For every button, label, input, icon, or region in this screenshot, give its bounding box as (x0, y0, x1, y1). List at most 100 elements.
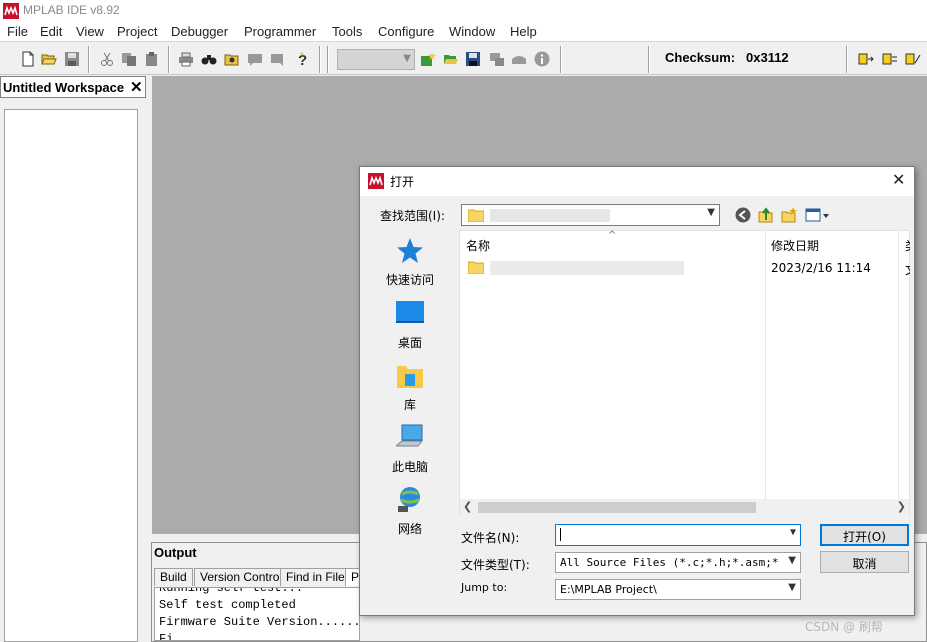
file-name-input[interactable]: ▼ (555, 524, 801, 546)
menu-bar: File Edit View Project Debugger Programm… (0, 22, 927, 42)
libraries-icon (397, 366, 423, 388)
output-title: Output (154, 545, 197, 560)
cancel-button[interactable]: 取消 (820, 551, 909, 573)
close-icon[interactable]: ✕ (892, 170, 905, 189)
jump-to-select[interactable]: E:\MPLAB Project\ ▼ (555, 579, 801, 600)
view-menu-icon[interactable] (805, 207, 831, 223)
help-icon[interactable]: ? (294, 51, 310, 67)
new-folder-icon[interactable] (781, 207, 797, 223)
programmer-read-icon[interactable] (858, 51, 874, 67)
folder-icon (468, 209, 484, 222)
programmer-erase-icon[interactable] (905, 51, 921, 67)
place-label: 库 (403, 398, 416, 412)
programmer-verify-icon[interactable] (882, 51, 898, 67)
toolbar-separator (319, 46, 321, 73)
checksum-value: 0x3112 (746, 50, 789, 65)
place-libraries[interactable]: 库 (370, 362, 450, 418)
find-icon[interactable] (201, 51, 217, 67)
this-pc-icon (396, 424, 424, 447)
column-header-name[interactable]: 名称 (466, 237, 490, 254)
output-line: Self test completed (159, 598, 296, 612)
menu-debugger[interactable]: Debugger (171, 24, 228, 39)
workspace-tree[interactable] (4, 109, 138, 642)
toolbar-separator (168, 46, 170, 73)
find-in-files-icon[interactable] (224, 51, 240, 67)
column-header-date[interactable]: 修改日期 (771, 237, 819, 254)
new-project-icon[interactable] (420, 51, 436, 67)
menu-window[interactable]: Window (449, 24, 495, 39)
column-header-type[interactable]: 类 (905, 237, 910, 254)
output-line: Running self test... (159, 587, 304, 595)
place-label: 网络 (397, 522, 422, 536)
menu-project[interactable]: Project (117, 24, 157, 39)
chevron-down-icon: ▼ (403, 53, 411, 64)
list-item[interactable]: 2023/2/16 11:14 文 (460, 257, 910, 279)
place-label: 桌面 (397, 336, 422, 350)
look-in-select[interactable]: ▼ (461, 204, 720, 226)
bookmark-next-icon[interactable] (270, 51, 286, 67)
copy-icon[interactable] (121, 51, 137, 67)
up-folder-icon[interactable] (758, 207, 774, 223)
jump-to-value: E:\MPLAB Project\ (560, 583, 657, 596)
build-config-select[interactable]: ▼ (337, 49, 415, 70)
place-quick-access[interactable]: 快速访问 (370, 237, 450, 293)
file-date: 2023/2/16 11:14 (771, 261, 871, 275)
make-icon[interactable] (511, 51, 527, 67)
menu-help[interactable]: Help (510, 24, 537, 39)
menu-programmer[interactable]: Programmer (244, 24, 316, 39)
file-type-select[interactable]: All Source Files (*.c;*.h;*.asm;*.as; ▼ (555, 552, 801, 573)
dialog-title: 打开 (390, 175, 415, 189)
open-project-icon[interactable] (443, 51, 459, 67)
place-this-pc[interactable]: 此电脑 (370, 424, 450, 480)
cut-icon[interactable] (99, 51, 115, 67)
place-label: 快速访问 (385, 273, 434, 287)
place-desktop[interactable]: 桌面 (370, 300, 450, 356)
toolbar-separator (648, 46, 650, 73)
bookmark-icon[interactable] (247, 51, 263, 67)
output-text-area[interactable]: Running self test... Self test completed… (154, 587, 360, 641)
menu-configure[interactable]: Configure (378, 24, 434, 39)
scrollbar-thumb[interactable] (478, 502, 756, 513)
file-list[interactable]: 名称 ^ 修改日期 类 2023/2/16 11:14 文 ❮ ❯ (459, 230, 910, 516)
back-icon[interactable] (735, 207, 751, 223)
build-icon[interactable] (489, 51, 505, 67)
chevron-down-icon: ▼ (788, 555, 796, 566)
file-type: 文 (905, 261, 910, 278)
open-file-icon[interactable] (41, 51, 57, 67)
dialog-title-bar: 打开 ✕ (360, 167, 914, 196)
close-icon[interactable]: ✕ (130, 78, 143, 96)
toolbar-separator (560, 46, 562, 73)
chevron-down-icon: ▼ (788, 582, 796, 593)
tab-build[interactable]: Build (154, 568, 193, 586)
chevron-down-icon: ▼ (789, 527, 796, 538)
save-project-icon[interactable] (465, 51, 481, 67)
toolbar-separator (846, 46, 848, 73)
chevron-down-icon: ▼ (707, 207, 715, 218)
title-bar: MPLAB IDE v8.92 (0, 0, 927, 22)
window-title: MPLAB IDE v8.92 (23, 3, 120, 17)
mplab-logo-icon (368, 173, 384, 189)
file-type-label: 文件类型(T): (461, 558, 530, 572)
scroll-left-icon[interactable]: ❮ (463, 500, 472, 513)
menu-tools[interactable]: Tools (332, 24, 362, 39)
file-name (490, 261, 684, 275)
info-icon[interactable] (534, 51, 550, 67)
scroll-right-icon[interactable]: ❯ (897, 500, 906, 513)
folder-icon (468, 261, 484, 274)
open-button[interactable]: 打开(O) (820, 524, 909, 546)
new-file-icon[interactable] (20, 51, 36, 67)
save-icon[interactable] (64, 51, 80, 67)
tab-version-control[interactable]: Version Control (194, 568, 289, 586)
paste-icon[interactable] (144, 51, 160, 67)
horizontal-scrollbar[interactable]: ❮ ❯ (460, 499, 909, 516)
menu-view[interactable]: View (76, 24, 104, 39)
checksum-label: Checksum: (665, 50, 736, 65)
toolbar-separator (88, 46, 90, 73)
place-network[interactable]: 网络 (370, 486, 450, 542)
menu-file[interactable]: File (7, 24, 28, 39)
print-icon[interactable] (178, 51, 194, 67)
menu-edit[interactable]: Edit (40, 24, 62, 39)
column-header-bar: 名称 ^ 修改日期 类 (460, 230, 910, 255)
place-label: 此电脑 (391, 460, 428, 474)
workspace-header: Untitled Workspace ✕ (0, 76, 146, 98)
